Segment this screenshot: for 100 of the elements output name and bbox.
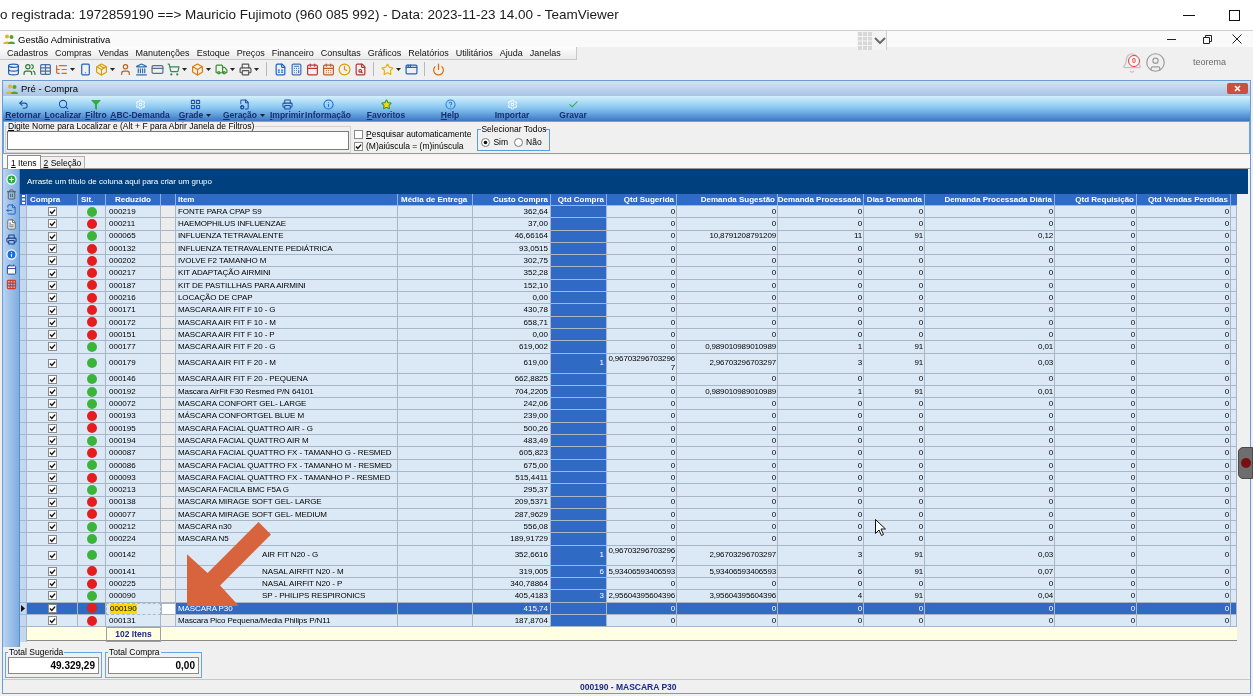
checkbox[interactable] (47, 305, 57, 315)
toolbar-button[interactable]: Gravar (545, 96, 601, 121)
caret-icon[interactable] (396, 67, 401, 71)
table-row[interactable]: 000193 MÁSCARA CONFORTGEL BLUE M 239,00 0 0 0 0 0 0 0 (20, 410, 1237, 423)
bell-icon[interactable] (1120, 51, 1143, 74)
calendar-icon[interactable] (5, 264, 17, 275)
caret-icon[interactable] (206, 113, 212, 117)
checkbox-label[interactable]: (M)aiúscula = (m)inúscula (366, 142, 464, 151)
checkbox[interactable] (47, 280, 57, 290)
toolbar-button[interactable]: Importar (479, 96, 545, 121)
checkbox[interactable] (47, 219, 57, 229)
checkbox[interactable] (47, 448, 57, 458)
toolbar-button[interactable]: Localizar (43, 96, 83, 121)
menu-item[interactable]: Manutenções (135, 48, 190, 58)
table-row[interactable]: 000194 MASCARA FACIAL QUATTRO AIR M 483,49 0 0 0 0 0 0 0 (20, 435, 1237, 448)
menu-item[interactable]: Vendas (98, 48, 129, 58)
tab[interactable]: 2 Seleção (40, 156, 86, 168)
menu-item[interactable]: Relatórios (408, 48, 449, 58)
file-export-icon[interactable] (5, 204, 17, 215)
column-header[interactable]: Item (176, 194, 398, 205)
window-icon[interactable] (404, 62, 418, 76)
menu-item[interactable]: Janelas (529, 48, 561, 58)
side-panel-handle[interactable] (1238, 447, 1253, 479)
column-header[interactable]: Dias Demanda (864, 194, 925, 205)
table-row[interactable]: 000225 NASAL AIRFIT N20 - P 340,78864 0 0 0 0 0 0 0 (20, 578, 1237, 591)
landmark-icon[interactable] (134, 62, 148, 76)
menu-item[interactable]: Financeiro (271, 48, 314, 58)
table-row[interactable]: 000072 MASCARA CONFORT GEL- LARGE 242,06 0 0 0 0 0 0 0 (20, 398, 1237, 411)
printer-icon[interactable] (5, 234, 17, 245)
calendar-icon[interactable] (305, 62, 319, 76)
checkbox[interactable] (47, 317, 57, 327)
table-row[interactable]: 000177 MASCARA AIR FIT F 20 - G 619,002 0 0,989010989010989 1 91 0,01 0 0 (20, 341, 1237, 354)
menu-item[interactable]: Consultas (320, 48, 361, 58)
checkbox[interactable] (354, 142, 363, 151)
truck-icon[interactable] (214, 62, 228, 76)
table-row[interactable]: 000217 KIT ADAPTAÇÃO AIRMINI 352,28 0 0 0 0 0 0 0 (20, 267, 1237, 280)
checkbox[interactable] (47, 423, 57, 433)
power-icon[interactable] (431, 62, 445, 76)
column-header[interactable]: Qtd Requisição (1055, 194, 1137, 205)
column-header[interactable]: Custo Compra (473, 194, 551, 205)
column-header[interactable]: Qtd Sugerida (607, 194, 677, 205)
toolbar-button[interactable]: Imprimir (269, 96, 305, 121)
checkbox[interactable] (354, 130, 363, 139)
shopping-cart-icon[interactable] (166, 62, 180, 76)
table-row[interactable]: 000216 LOCAÇÃO DE CPAP 0,00 0 0 0 0 0 0 0 (20, 292, 1237, 305)
column-header[interactable]: Demanda Sugestão (677, 194, 778, 205)
column-header[interactable]: Demanda Processada (778, 194, 864, 205)
table-row[interactable]: 000090 SP - PHILIPS RESPIRONICS 405,4183 3 2,95604395604396 3,95604395604396 4 91 0,04 0 0 (20, 590, 1237, 603)
toolbar-button[interactable]: ABC-Demanda (109, 96, 171, 121)
credit-card-icon[interactable] (150, 62, 164, 76)
caret-icon[interactable] (254, 67, 259, 71)
calculator-icon[interactable] (289, 62, 303, 76)
column-header[interactable]: Demanda Processada Diária (925, 194, 1055, 205)
column-header[interactable]: Média de Entrega (398, 194, 473, 205)
table-row[interactable]: 000202 IVOLVE F2 TAMANHO M 302,75 0 0 0 0 0 0 0 (20, 255, 1237, 268)
column-header[interactable]: Compra (27, 194, 78, 205)
checkbox[interactable] (47, 485, 57, 495)
menu-item[interactable]: Estoque (196, 48, 230, 58)
column-header[interactable]: Sit. (78, 194, 106, 205)
close-icon[interactable] (1232, 34, 1242, 44)
printer-icon[interactable] (238, 62, 252, 76)
caret-icon[interactable] (70, 67, 75, 71)
grid-icon[interactable] (5, 279, 17, 290)
checkbox[interactable] (47, 207, 57, 217)
checkbox[interactable] (47, 244, 57, 254)
radio-label[interactable]: Sim (493, 137, 508, 147)
checkbox-label[interactable]: Pesquisar automaticamente (366, 130, 472, 139)
radio-button[interactable] (481, 137, 491, 147)
caret-icon[interactable] (110, 67, 115, 71)
minimize-icon[interactable] (1183, 14, 1195, 16)
table-row[interactable]: 000087 MASCARA FACIAL QUATTRO FX - TAMANHO G - RESMED 605,823 0 0 0 0 0 0 0 (20, 447, 1237, 460)
checkbox[interactable] (47, 293, 57, 303)
checkbox[interactable] (47, 436, 57, 446)
calendar-icon[interactable] (321, 62, 335, 76)
radio-label[interactable]: Não (526, 137, 542, 147)
plus-circle-icon[interactable] (5, 174, 17, 185)
toolbar-button[interactable]: Informação (305, 96, 351, 121)
user-icon[interactable] (118, 62, 132, 76)
table-row[interactable]: 000211 HAEMOPHILUS INFLUENZAE 37,00 0 0 0 0 0 0 0 (20, 218, 1237, 231)
caret-icon[interactable] (206, 67, 211, 71)
column-header[interactable]: Qtd Vendas Perdidas (1137, 194, 1231, 205)
checkbox[interactable] (47, 399, 57, 409)
table-row[interactable]: 000213 MASCARA FACILA BMC F5A G 295,37 0 0 0 0 0 0 0 (20, 484, 1237, 497)
checkbox[interactable] (47, 550, 57, 560)
menu-item[interactable]: Gráficos (367, 48, 402, 58)
menu-item[interactable]: Cadastros (7, 48, 49, 58)
database-icon[interactable] (6, 62, 20, 76)
checkbox[interactable] (47, 473, 57, 483)
checkbox[interactable] (47, 460, 57, 470)
checkbox[interactable] (47, 374, 57, 384)
checkbox[interactable] (47, 534, 57, 544)
table-icon[interactable] (38, 62, 52, 76)
users-icon[interactable] (22, 62, 36, 76)
checkbox[interactable] (47, 509, 57, 519)
table-row[interactable]: 000219 FONTE PARA CPAP S9 362,64 0 0 0 0 0 0 0 (20, 206, 1237, 219)
checkbox[interactable] (47, 566, 57, 576)
maximize-icon[interactable] (1229, 9, 1240, 21)
caret-icon[interactable] (182, 67, 187, 71)
radio-button[interactable] (514, 137, 523, 147)
checkbox[interactable] (47, 256, 57, 266)
